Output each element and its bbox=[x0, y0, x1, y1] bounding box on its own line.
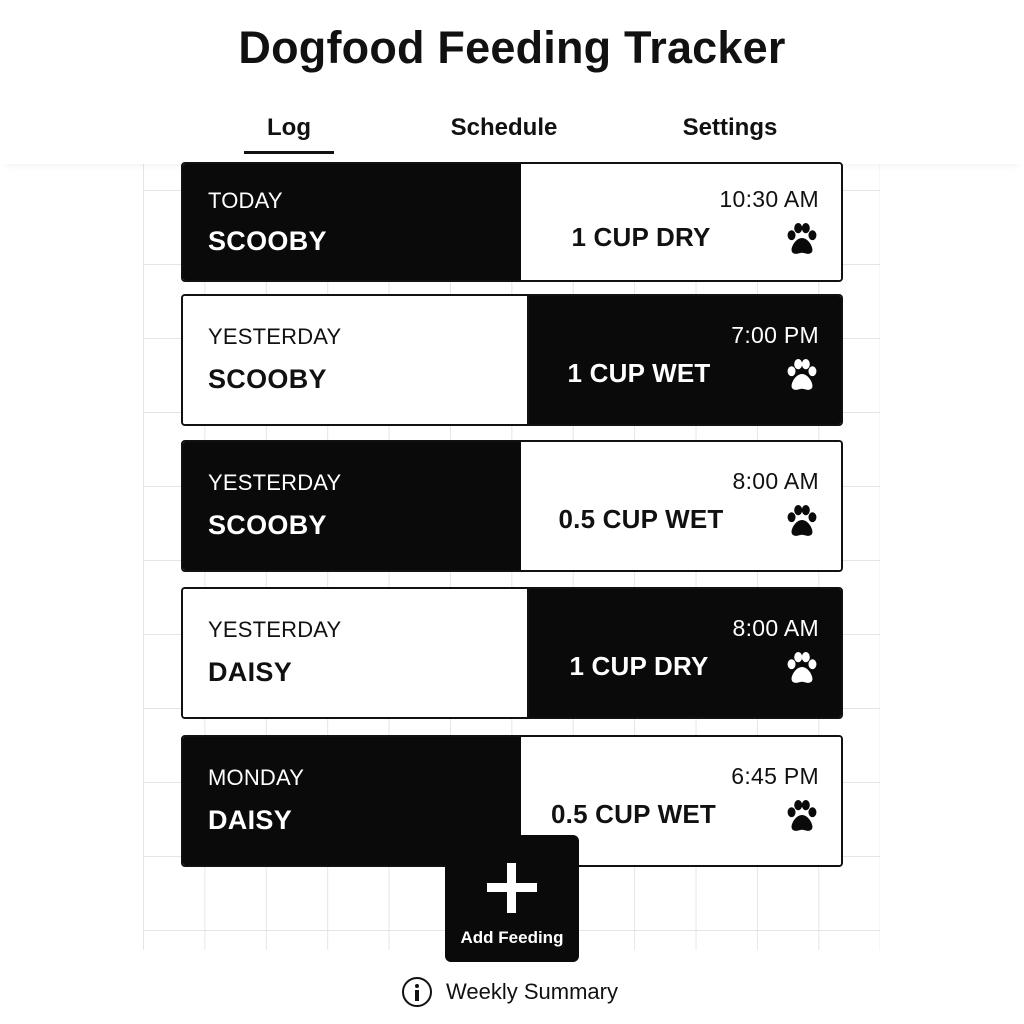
feeding-entry[interactable]: YESTERDAY SCOOBY 8:00 AM 0.5 CUP WET bbox=[181, 440, 843, 572]
feeding-entry[interactable]: TODAY SCOOBY 10:30 AM 1 CUP DRY bbox=[181, 162, 843, 282]
entry-dog-name: SCOOBY bbox=[208, 226, 327, 256]
entry-left-panel: YESTERDAY SCOOBY bbox=[183, 296, 529, 424]
entry-day: YESTERDAY bbox=[208, 324, 342, 349]
paw-icon bbox=[783, 502, 821, 540]
app-screen: Dogfood Feeding Tracker Log Schedule Set… bbox=[0, 0, 1024, 1024]
entry-amount: 0.5 CUP WET bbox=[558, 504, 724, 534]
entry-left-panel: YESTERDAY DAISY bbox=[183, 589, 529, 717]
entry-dog-name: SCOOBY bbox=[208, 510, 327, 540]
entry-day: MONDAY bbox=[208, 765, 305, 790]
info-icon bbox=[402, 977, 432, 1007]
plus-icon bbox=[487, 863, 537, 913]
entry-time: 8:00 AM bbox=[732, 468, 819, 494]
paw-icon bbox=[783, 649, 821, 687]
entry-time: 7:00 PM bbox=[731, 322, 819, 348]
entry-day: YESTERDAY bbox=[208, 470, 342, 495]
paw-icon bbox=[783, 797, 821, 835]
entry-right-panel: 10:30 AM 1 CUP DRY bbox=[521, 164, 841, 280]
entry-time: 8:00 AM bbox=[732, 615, 819, 641]
tab-schedule[interactable]: Schedule bbox=[430, 114, 578, 142]
feeding-entry[interactable]: YESTERDAY DAISY 8:00 AM 1 CUP DRY bbox=[181, 587, 843, 719]
active-tab-indicator bbox=[244, 151, 334, 154]
add-feeding-button[interactable]: Add Feeding bbox=[445, 835, 579, 962]
entry-day: YESTERDAY bbox=[208, 617, 342, 642]
tab-bar: Log Schedule Settings bbox=[0, 100, 1024, 164]
entry-time: 10:30 AM bbox=[719, 186, 819, 212]
entry-dog-name: DAISY bbox=[208, 657, 293, 687]
entry-right-panel: 8:00 AM 1 CUP DRY bbox=[529, 589, 841, 717]
entry-right-panel: 8:00 AM 0.5 CUP WET bbox=[521, 442, 841, 570]
entry-left-panel: YESTERDAY SCOOBY bbox=[183, 442, 521, 570]
entry-dog-name: SCOOBY bbox=[208, 364, 327, 394]
paw-icon bbox=[783, 220, 821, 258]
page-title: Dogfood Feeding Tracker bbox=[238, 22, 786, 73]
weekly-summary-link[interactable]: Weekly Summary bbox=[402, 974, 618, 1010]
entry-amount: 1 CUP DRY bbox=[569, 651, 709, 681]
entry-right-panel: 7:00 PM 1 CUP WET bbox=[529, 296, 841, 424]
tab-settings[interactable]: Settings bbox=[666, 114, 794, 142]
paw-icon bbox=[783, 356, 821, 394]
entry-amount: 0.5 CUP WET bbox=[551, 799, 716, 829]
entry-amount: 1 CUP WET bbox=[567, 358, 711, 388]
tab-log[interactable]: Log bbox=[244, 114, 334, 142]
entry-dog-name: DAISY bbox=[208, 805, 293, 835]
weekly-summary-label: Weekly Summary bbox=[446, 979, 618, 1004]
add-feeding-label: Add Feeding bbox=[460, 928, 564, 947]
entry-left-panel: TODAY SCOOBY bbox=[183, 164, 521, 280]
entry-day: TODAY bbox=[208, 188, 283, 213]
entry-amount: 1 CUP DRY bbox=[571, 222, 711, 252]
feeding-entry[interactable]: YESTERDAY SCOOBY 7:00 PM 1 CUP WET bbox=[181, 294, 843, 426]
entry-time: 6:45 PM bbox=[731, 763, 819, 789]
